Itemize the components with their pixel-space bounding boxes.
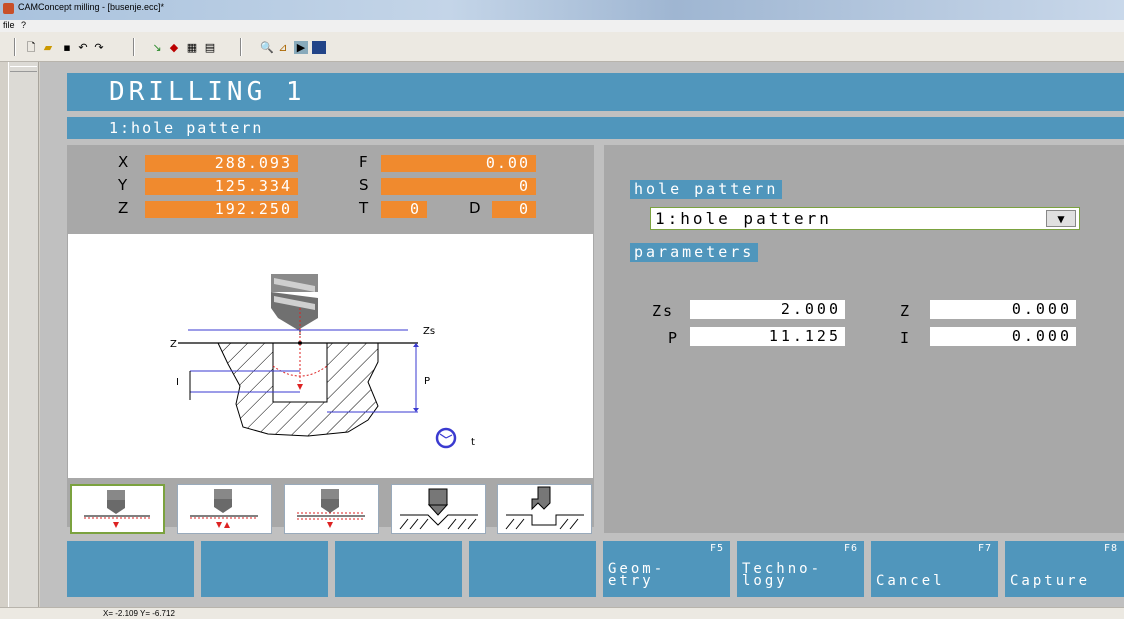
softkey-f7-label: Cancel <box>876 573 945 589</box>
menu-file[interactable]: file <box>3 20 15 30</box>
dock-grip[interactable] <box>10 66 37 72</box>
drill-simple-icon <box>84 490 150 528</box>
x-label: X <box>118 153 129 171</box>
softkey-1[interactable] <box>67 541 194 597</box>
z-value: 192.250 <box>145 201 298 218</box>
left-dock-panel <box>8 62 39 607</box>
view-icon[interactable] <box>312 41 326 54</box>
t-value: 0 <box>381 201 427 218</box>
open-folder-icon[interactable]: ▰ <box>41 41 55 54</box>
app-icon <box>3 3 14 14</box>
chevron-down-icon[interactable]: ▼ <box>1046 210 1076 227</box>
diagram-label-i: I <box>176 377 179 388</box>
counterbore-icon <box>505 486 584 530</box>
d-label: D <box>469 199 481 217</box>
hole-pattern-select[interactable]: 1:hole pattern ▼ <box>650 207 1080 230</box>
pointer-icon[interactable]: ◆ <box>167 41 181 54</box>
layout-icon[interactable]: ▤ <box>203 41 217 54</box>
cycle-countersink-button[interactable] <box>391 484 486 534</box>
parameters-heading: parameters <box>630 243 759 262</box>
param-z-input[interactable]: 0.000 <box>930 300 1076 319</box>
grid-icon[interactable]: ▦ <box>185 41 199 54</box>
f-label: F <box>359 153 368 171</box>
technology-softkey[interactable]: F6 Techno- logy <box>737 541 864 597</box>
toolbar-separator <box>133 38 135 56</box>
t-label: T <box>359 199 369 217</box>
softkey-f8-key: F8 <box>1103 543 1118 554</box>
f-value: 0.00 <box>381 155 536 172</box>
diagram-label-z: Z <box>170 339 177 350</box>
countersink-icon <box>399 488 478 530</box>
param-zs-label: Zs <box>652 302 675 320</box>
param-i-input[interactable]: 0.000 <box>930 327 1076 346</box>
s-value: 0 <box>381 178 536 195</box>
softkey-f5-key: F5 <box>709 543 724 554</box>
toolbar: 🗋 ▰ ▪ ↶ ↷ ↘ ◆ ▦ ▤ 🔍 ⊿ ▶ <box>0 32 1124 62</box>
geometry-softkey[interactable]: F5 Geom- etry <box>603 541 730 597</box>
param-p-label: P <box>668 329 680 347</box>
softkey-f5-label: Geom- etry <box>608 561 666 589</box>
drill-tool-icon <box>271 274 318 335</box>
save-icon[interactable]: ▪ <box>60 41 74 54</box>
s-label: S <box>359 176 369 194</box>
param-p-input[interactable]: 11.125 <box>690 327 845 346</box>
menu-bar: file ? <box>0 20 1124 32</box>
window-title: CAMConcept milling - [busenje.ecc]* <box>18 2 165 12</box>
hole-pattern-selected: 1:hole pattern <box>655 209 832 228</box>
diagram-label-zs: Zs <box>423 326 435 337</box>
y-value: 125.334 <box>145 178 298 195</box>
cursor-coordinates: X= -2.109 Y= -6.712 <box>103 609 175 618</box>
drilling-illustration: Zs Z I P t <box>170 274 475 449</box>
new-file-icon[interactable]: 🗋 <box>24 41 38 54</box>
dwell-clock-icon <box>435 427 457 449</box>
cycle-drill-button[interactable] <box>70 484 165 534</box>
drill-chipbreak-icon <box>297 489 365 528</box>
title-bar: CAMConcept milling - [busenje.ecc]* <box>0 0 1124 20</box>
cycle-chipbreak-button[interactable] <box>284 484 379 534</box>
redo-icon[interactable]: ↷ <box>92 41 106 54</box>
d-value: 0 <box>492 201 536 218</box>
z-label: Z <box>118 199 129 217</box>
softkey-4[interactable] <box>469 541 596 597</box>
drilling-diagram: Zs Z I P t <box>68 234 593 478</box>
drill-peck-icon <box>190 489 258 528</box>
menu-help[interactable]: ? <box>21 20 26 30</box>
cycle-counterbore-button[interactable] <box>497 484 592 534</box>
cycle-title: DRILLING 1 <box>67 73 1124 111</box>
softkey-2[interactable] <box>201 541 328 597</box>
softkey-f6-label: Techno- logy <box>742 561 823 589</box>
x-value: 288.093 <box>145 155 298 172</box>
zoom-icon[interactable]: 🔍 <box>260 41 274 54</box>
capture-softkey[interactable]: F8 Capture <box>1005 541 1124 597</box>
diagram-label-t: t <box>471 437 475 448</box>
diagram-label-p: P <box>424 376 430 387</box>
softkey-f7-key: F7 <box>977 543 992 554</box>
status-bar: X= -2.109 Y= -6.712 <box>0 607 1124 619</box>
softkey-f8-label: Capture <box>1010 573 1091 589</box>
cancel-softkey[interactable]: F7 Cancel <box>871 541 998 597</box>
cycle-peck-button[interactable] <box>177 484 272 534</box>
cursor-icon[interactable]: ▶ <box>294 41 308 54</box>
param-zs-input[interactable]: 2.000 <box>690 300 845 319</box>
param-z-label: Z <box>900 302 912 320</box>
hole-pattern-heading: hole pattern <box>630 180 783 199</box>
toolbar-separator <box>240 38 242 56</box>
y-label: Y <box>118 176 128 194</box>
undo-icon[interactable]: ↶ <box>76 41 90 54</box>
softkey-3[interactable] <box>335 541 462 597</box>
cycle-subtitle: 1:hole pattern <box>67 117 1124 139</box>
select-icon[interactable]: ↘ <box>150 41 164 54</box>
toolbar-separator <box>14 38 16 56</box>
measure-icon[interactable]: ⊿ <box>276 41 290 54</box>
param-i-label: I <box>900 329 912 347</box>
softkey-f6-key: F6 <box>843 543 858 554</box>
